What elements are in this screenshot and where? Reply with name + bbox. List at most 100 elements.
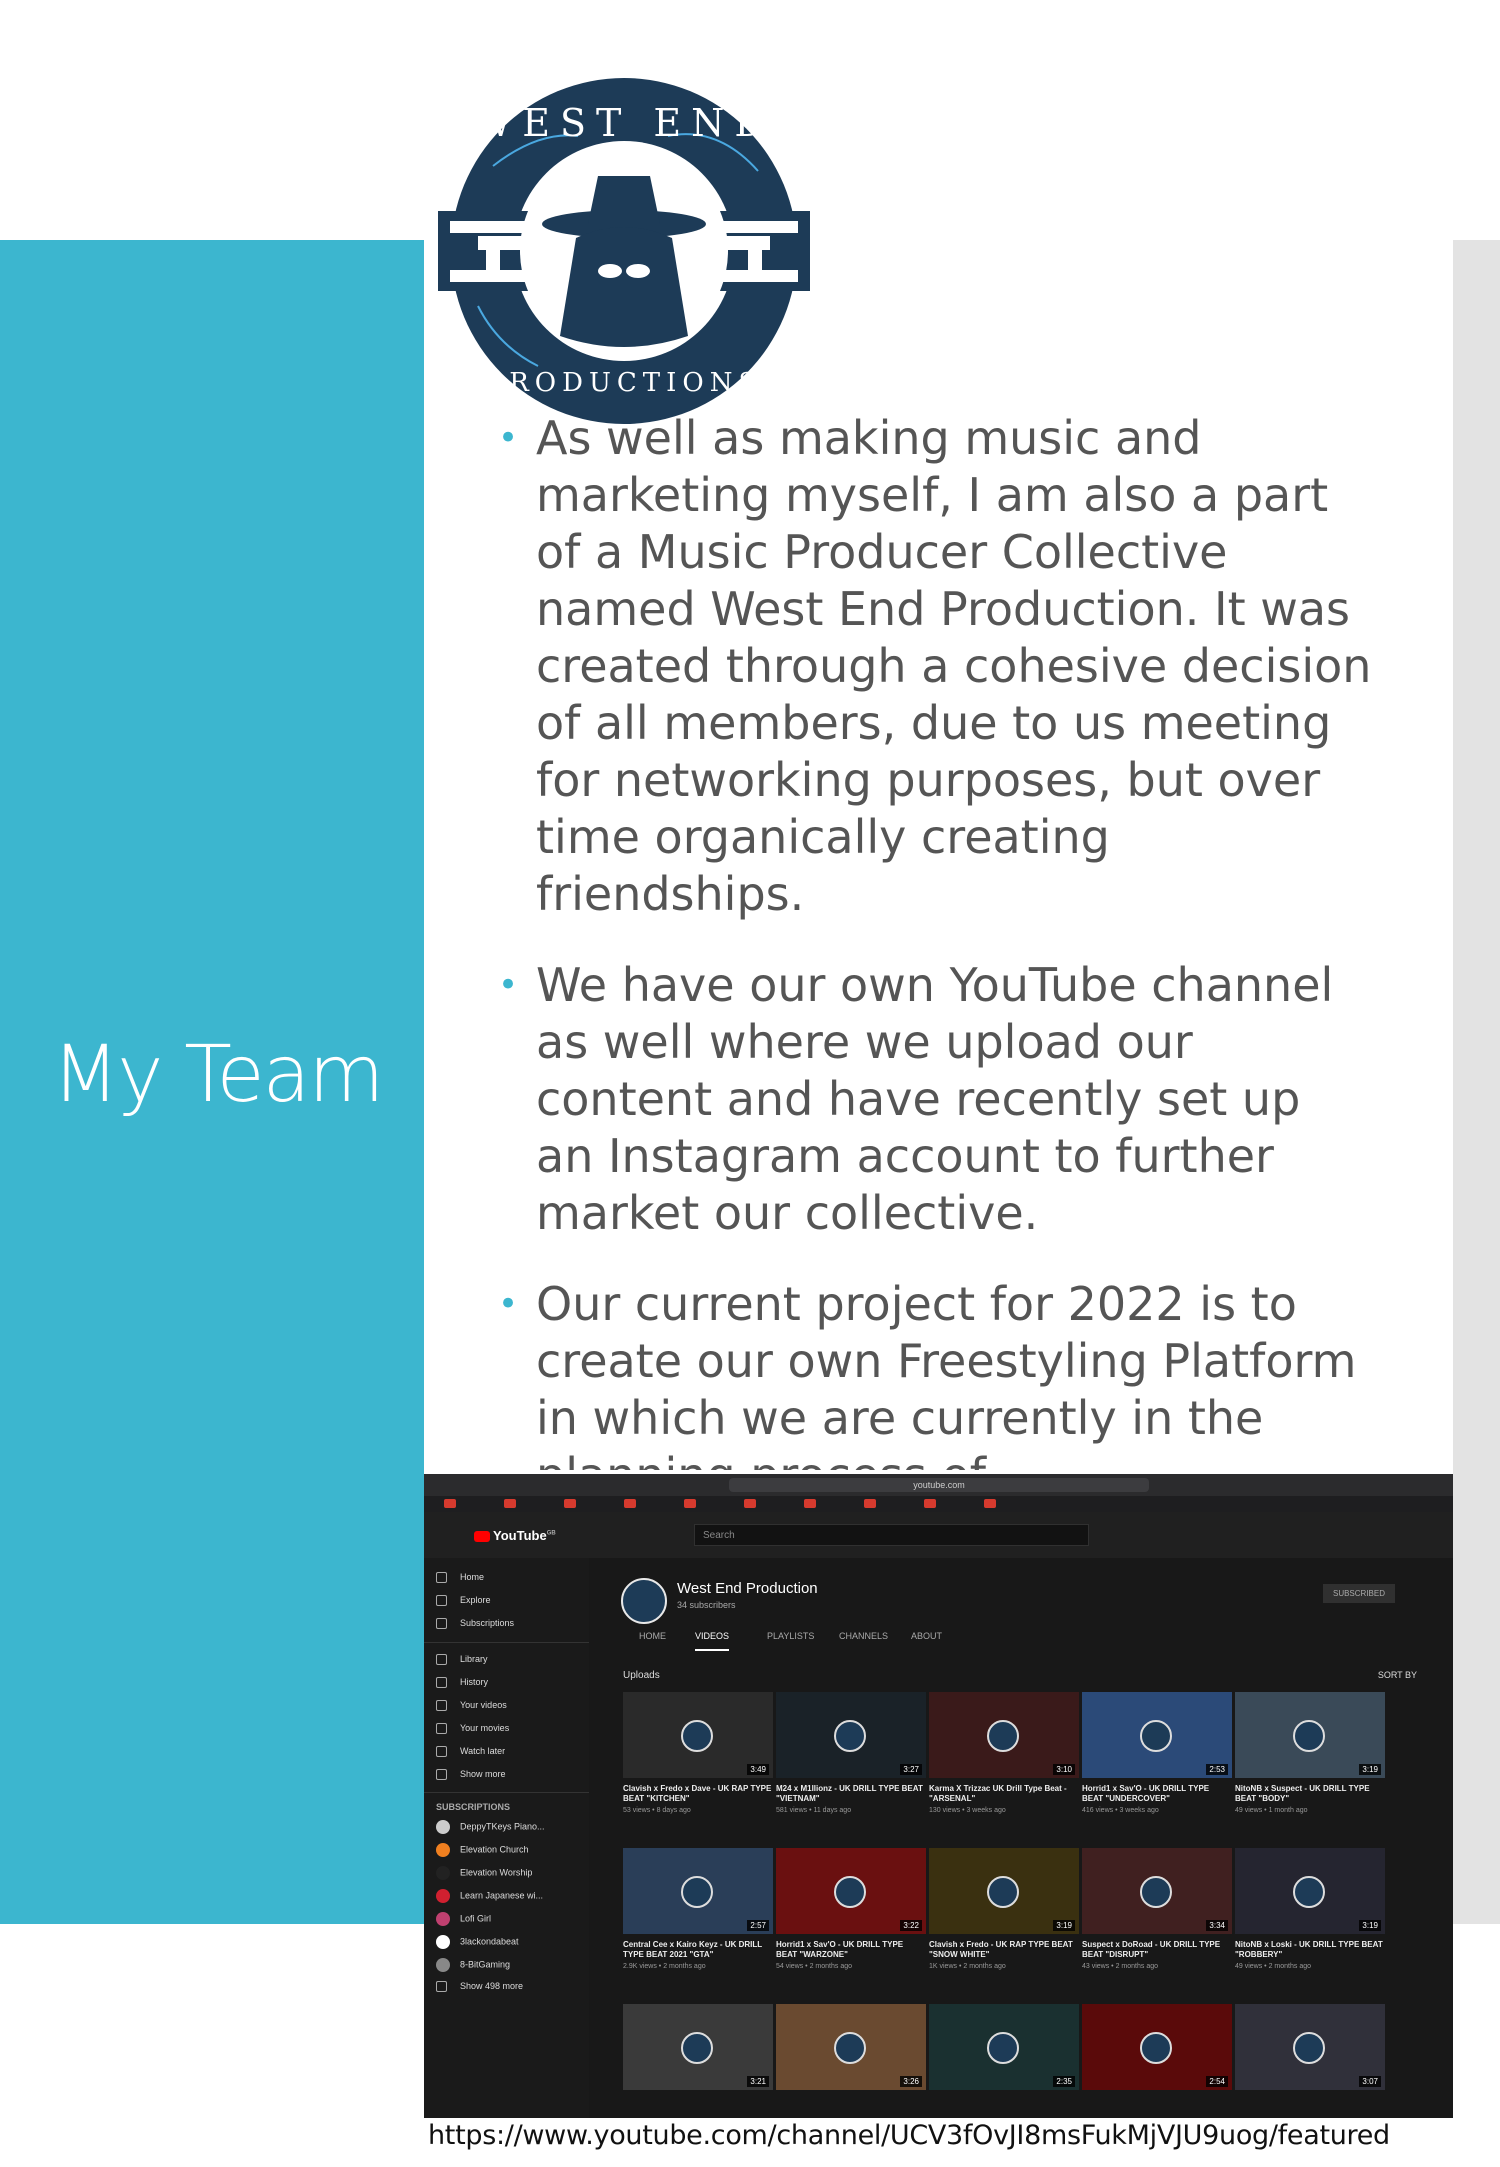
video-thumbnail[interactable]: 3:27 — [776, 1692, 926, 1778]
sidebar-item-label: Elevation Worship — [460, 1867, 533, 1878]
video-title[interactable]: Horrid1 x Sav'O - UK DRILL TYPE BEAT "WA… — [776, 1940, 926, 1960]
video-card[interactable]: 3:49 Clavish x Fredo x Dave - UK RAP TYPE… — [623, 1692, 773, 1814]
video-title[interactable]: Central Cee x Kairo Keyz - UK DRILL TYPE… — [623, 1940, 773, 1960]
tab-favicon-icon[interactable] — [744, 1499, 756, 1508]
svg-text:WEST END: WEST END — [473, 101, 775, 145]
video-title[interactable]: Horrid1 x Sav'O - UK DRILL TYPE BEAT "UN… — [1082, 1784, 1232, 1804]
tab-favicon-icon[interactable] — [624, 1499, 636, 1508]
video-thumbnail[interactable]: 3:26 — [776, 2004, 926, 2090]
watermark-logo-icon — [1293, 1720, 1325, 1752]
address-bar[interactable]: youtube.com — [729, 1478, 1149, 1492]
tab-playlists[interactable]: PLAYLISTS — [767, 1631, 814, 1641]
channel-avatar[interactable] — [621, 1578, 667, 1624]
video-thumbnail[interactable]: 2:54 — [1082, 2004, 1232, 2090]
sidebar-item-label: Home — [460, 1572, 485, 1582]
video-thumbnail[interactable]: 2:53 — [1082, 1692, 1232, 1778]
sort-by-button[interactable]: SORT BY — [1378, 1670, 1417, 1680]
video-title[interactable]: NitoNB x Loski - UK DRILL TYPE BEAT "ROB… — [1235, 1940, 1385, 1960]
search-input[interactable]: Search — [694, 1524, 1089, 1546]
tab-favicon-icon[interactable] — [444, 1499, 456, 1508]
video-thumbnail[interactable]: 3:07 — [1235, 2004, 1385, 2090]
video-card[interactable]: 3:26 — [776, 2004, 926, 2096]
video-title[interactable]: Suspect x DoRoad - UK DRILL TYPE BEAT "D… — [1082, 1940, 1232, 1960]
tab-favicon-icon[interactable] — [864, 1499, 876, 1508]
sidebar-item-subscriptions[interactable]: Subscriptions — [436, 1618, 514, 1630]
video-thumbnail[interactable]: 2:35 — [929, 2004, 1079, 2090]
video-duration: 2:35 — [1053, 2076, 1075, 2087]
video-title[interactable]: M24 x M1llionz - UK DRILL TYPE BEAT "VIE… — [776, 1784, 926, 1804]
sidebar-item-show-more-subs[interactable]: Show 498 more — [436, 1981, 523, 1993]
tab-favicon-icon[interactable] — [924, 1499, 936, 1508]
subscription-item[interactable]: Learn Japanese wi... — [436, 1889, 543, 1903]
video-title[interactable]: NitoNB x Suspect - UK DRILL TYPE BEAT "B… — [1235, 1784, 1385, 1804]
sidebar-item-show-more[interactable]: Show more — [436, 1769, 506, 1781]
tab-favicon-icon[interactable] — [804, 1499, 816, 1508]
video-meta: 49 views • 1 month ago — [1235, 1807, 1308, 1814]
video-title[interactable]: Clavish x Fredo x Dave - UK RAP TYPE BEA… — [623, 1784, 773, 1804]
video-card[interactable]: 3:19 NitoNB x Loski - UK DRILL TYPE BEAT … — [1235, 1848, 1385, 1970]
video-title[interactable]: Karma X Trizzac UK Drill Type Beat - "AR… — [929, 1784, 1079, 1804]
right-edge-bar — [1453, 240, 1500, 1924]
sidebar-item-label: 8-BitGaming — [460, 1959, 511, 1970]
tab-videos[interactable]: VIDEOS — [695, 1631, 730, 1651]
video-card[interactable]: 3:19 Clavish x Fredo - UK RAP TYPE BEAT "… — [929, 1848, 1079, 1970]
video-duration: 3:21 — [747, 2076, 769, 2087]
channel-link[interactable]: https://www.youtube.com/channel/UCV3fOvJ… — [428, 2120, 1390, 2151]
video-thumbnail[interactable]: 3:21 — [623, 2004, 773, 2090]
video-thumbnail[interactable]: 3:19 — [1235, 1848, 1385, 1934]
tab-home[interactable]: HOME — [639, 1631, 666, 1641]
subscription-item[interactable]: Elevation Worship — [436, 1866, 532, 1880]
video-title[interactable]: Clavish x Fredo - UK RAP TYPE BEAT "SNOW… — [929, 1940, 1079, 1960]
subscription-item[interactable]: 3lackondabeat — [436, 1935, 519, 1949]
tab-favicon-icon[interactable] — [504, 1499, 516, 1508]
sidebar-item-label: DeppyTKeys Piano... — [460, 1821, 545, 1832]
watermark-logo-icon — [1140, 1876, 1172, 1908]
youtube-logo-text: YouTube — [493, 1528, 547, 1543]
subscription-item[interactable]: 8-BitGaming — [436, 1958, 510, 1972]
video-meta: 53 views • 8 days ago — [623, 1807, 691, 1814]
subscription-item[interactable]: Elevation Church — [436, 1843, 529, 1857]
sidebar: Home Explore Subscriptions Library Histo… — [424, 1558, 589, 2118]
video-thumbnail[interactable]: 3:19 — [929, 1848, 1079, 1934]
video-thumbnail[interactable]: 3:22 — [776, 1848, 926, 1934]
bullet-dot-icon: • — [498, 965, 519, 1005]
subscription-item[interactable]: Lofi Girl — [436, 1912, 491, 1926]
video-thumbnail[interactable]: 3:49 — [623, 1692, 773, 1778]
tab-about[interactable]: ABOUT — [911, 1631, 942, 1641]
watermark-logo-icon — [1293, 2032, 1325, 2064]
video-card[interactable]: 3:21 — [623, 2004, 773, 2096]
youtube-logo[interactable]: YouTubeGB — [474, 1528, 556, 1543]
video-card[interactable]: 3:07 — [1235, 2004, 1385, 2096]
video-thumbnail[interactable]: 3:34 — [1082, 1848, 1232, 1934]
tab-favicon-icon[interactable] — [984, 1499, 996, 1508]
tab-favicon-icon[interactable] — [684, 1499, 696, 1508]
tab-channels[interactable]: CHANNELS — [839, 1631, 888, 1641]
video-card[interactable]: 2:54 — [1082, 2004, 1232, 2096]
video-card[interactable]: 3:27 M24 x M1llionz - UK DRILL TYPE BEAT … — [776, 1692, 926, 1814]
video-thumbnail[interactable]: 2:57 — [623, 1848, 773, 1934]
sidebar-item-watch-later[interactable]: Watch later — [436, 1746, 505, 1758]
video-thumbnail[interactable]: 3:10 — [929, 1692, 1079, 1778]
video-duration: 3:26 — [900, 2076, 922, 2087]
subscription-item[interactable]: DeppyTKeys Piano... — [436, 1820, 545, 1834]
sidebar-item-label: Your movies — [460, 1723, 510, 1733]
tab-favicon-icon[interactable] — [564, 1499, 576, 1508]
sidebar-item-your-movies[interactable]: Your movies — [436, 1723, 510, 1735]
video-card[interactable]: 3:10 Karma X Trizzac UK Drill Type Beat -… — [929, 1692, 1079, 1814]
video-card[interactable]: 3:22 Horrid1 x Sav'O - UK DRILL TYPE BEAT… — [776, 1848, 926, 1970]
video-card[interactable]: 2:35 — [929, 2004, 1079, 2096]
sidebar-item-explore[interactable]: Explore — [436, 1595, 491, 1607]
video-card[interactable]: 3:34 Suspect x DoRoad - UK DRILL TYPE BEA… — [1082, 1848, 1232, 1970]
subscribed-button[interactable]: SUBSCRIBED — [1322, 1584, 1395, 1603]
sidebar-item-label: History — [460, 1677, 489, 1687]
sidebar-item-library[interactable]: Library — [436, 1654, 488, 1666]
video-thumbnail[interactable]: 3:19 — [1235, 1692, 1385, 1778]
video-meta: 130 views • 3 weeks ago — [929, 1807, 1006, 1814]
sidebar-item-history[interactable]: History — [436, 1677, 489, 1689]
sidebar-item-your-videos[interactable]: Your videos — [436, 1700, 507, 1712]
video-card[interactable]: 2:53 Horrid1 x Sav'O - UK DRILL TYPE BEAT… — [1082, 1692, 1232, 1814]
sidebar-item-home[interactable]: Home — [436, 1572, 485, 1584]
video-card[interactable]: 3:19 NitoNB x Suspect - UK DRILL TYPE BEA… — [1235, 1692, 1385, 1814]
video-card[interactable]: 2:57 Central Cee x Kairo Keyz - UK DRILL … — [623, 1848, 773, 1970]
video-meta: 581 views • 11 days ago — [776, 1807, 852, 1814]
